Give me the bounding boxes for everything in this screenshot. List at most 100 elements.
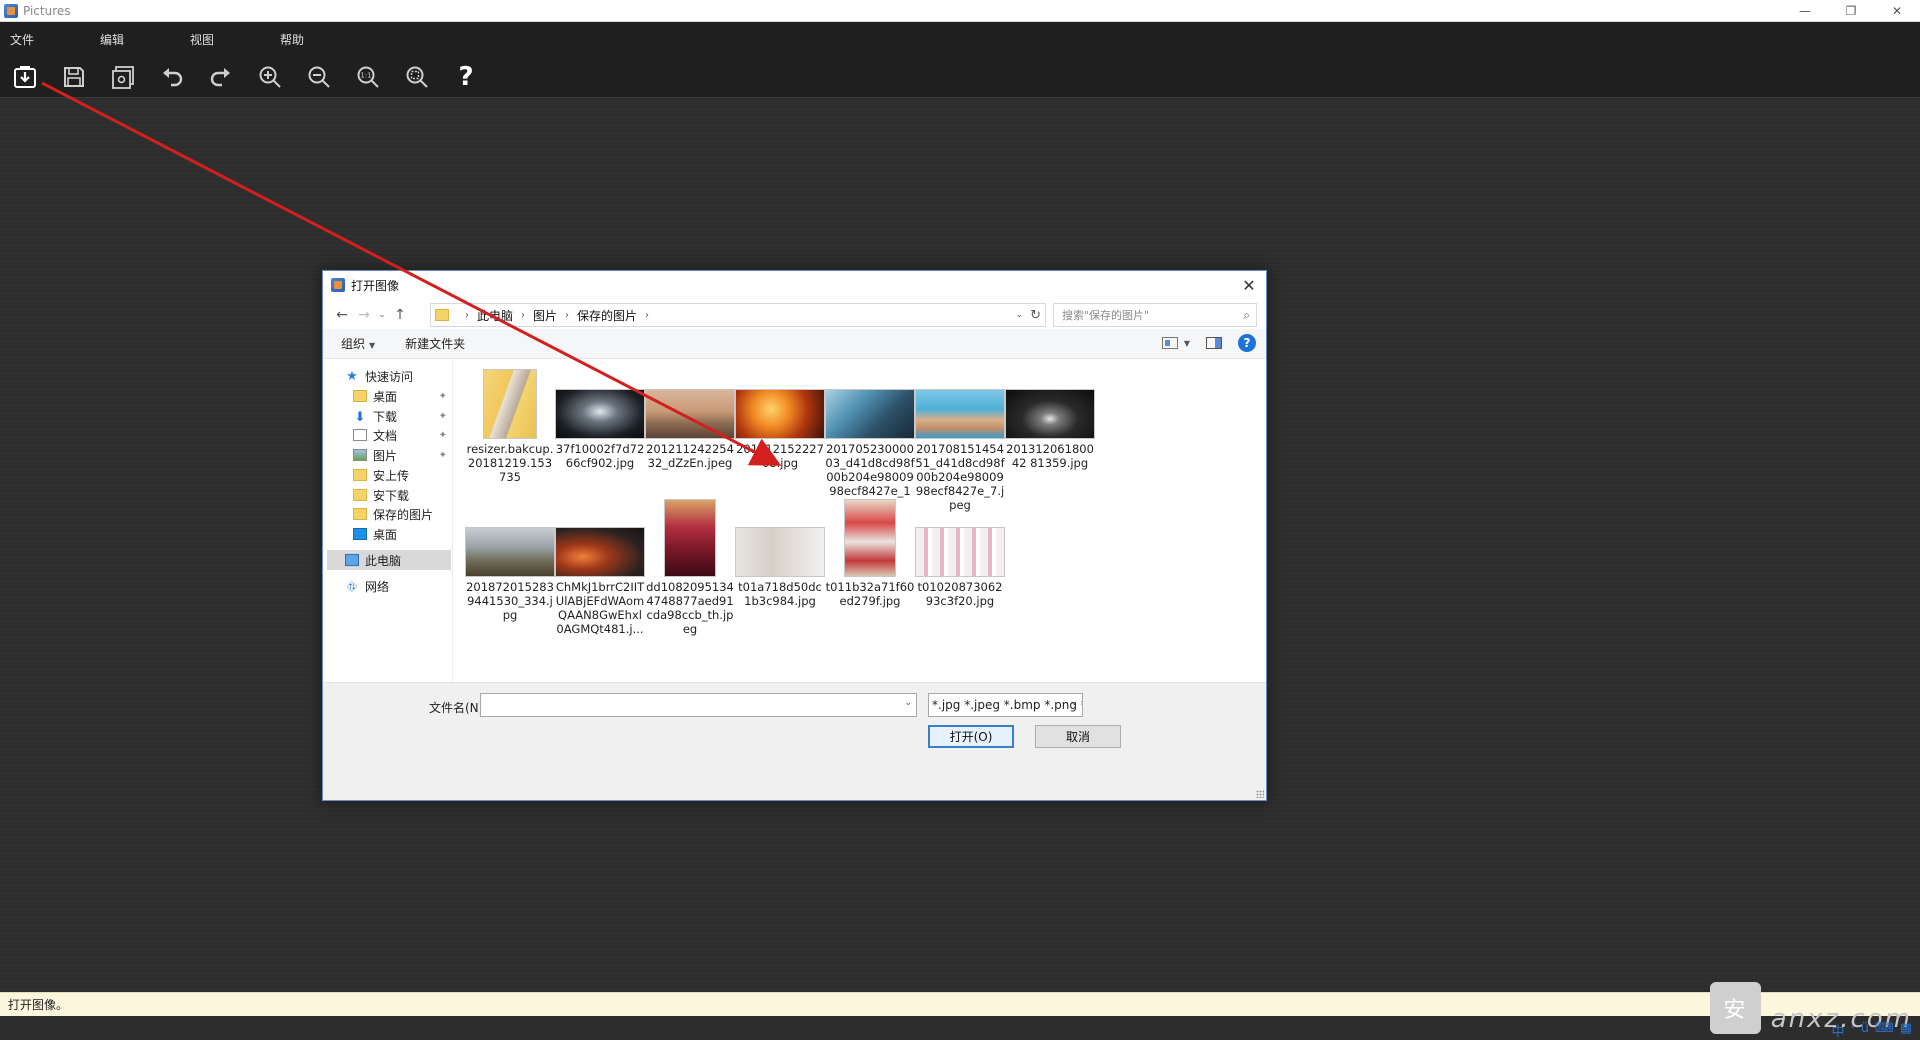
forward-arrow-icon[interactable]: → (353, 304, 375, 326)
file-name: resizer.bakcup.20181219.153735 (466, 442, 554, 484)
folder-thumbnail-icon (483, 369, 537, 439)
status-text: 打开图像。 (8, 998, 69, 1012)
image-thumbnail (825, 389, 915, 439)
nav-an-upload[interactable]: 安上传 (353, 465, 451, 485)
filename-input[interactable]: ⌄ (480, 693, 917, 717)
save-button[interactable] (59, 62, 89, 92)
file-item[interactable]: 20121124225432_dZzEn.jpeg (645, 361, 735, 470)
file-type-select[interactable]: *.jpg *.jpeg *.bmp *.png *.tif ⌄ (928, 693, 1083, 717)
resize-grip-icon[interactable] (1256, 790, 1264, 798)
menu-view[interactable]: 视图 (180, 31, 224, 48)
bottom-strip (0, 1016, 1920, 1040)
refresh-icon[interactable]: ↻ (1030, 308, 1041, 323)
navigation-pane: ★ 快速访问 桌面 ✦ ⬇ 下载 ✦ 文档 ✦ 图片 ✦ 安上传 安下载 保存的图片 桌面 … (323, 360, 453, 682)
breadcrumb-separator-icon: › (645, 309, 650, 321)
help-icon[interactable]: ? (1238, 334, 1256, 352)
ime-chinese-mode[interactable]: 中 (1832, 1021, 1845, 1040)
save-as-icon (112, 65, 134, 89)
nav-an-download[interactable]: 安下载 (353, 485, 451, 505)
minimize-button[interactable]: — (1782, 0, 1828, 22)
file-item[interactable]: t011b32a71f60ed279f.jpg (825, 499, 915, 608)
back-arrow-icon[interactable]: ← (331, 304, 353, 326)
nav-downloads[interactable]: ⬇ 下载 ✦ (353, 406, 451, 426)
star-icon: ★ (346, 368, 358, 384)
up-arrow-icon[interactable]: ↑ (389, 304, 411, 326)
file-item[interactable]: ChMkJ1brrC2IITUlABjEFdWAomQAAN8GwEhxl0AG… (555, 499, 645, 636)
thumbnail-area (825, 499, 915, 577)
open-button[interactable]: 打开(O) (928, 725, 1014, 748)
address-dropdown-icon[interactable]: ⌄ (1015, 310, 1023, 320)
file-item[interactable]: t01a718d50dc1b3c984.jpg (735, 499, 825, 608)
thumbnail-area (645, 499, 735, 577)
ime-punctuation[interactable]: · (1851, 1021, 1855, 1040)
nav-desktop[interactable]: 桌面 ✦ (353, 386, 451, 406)
caret-down-icon: ▼ (1183, 338, 1190, 348)
ime-keyboard-icon[interactable]: ⌨ (1875, 1021, 1894, 1040)
toolbar: 1:1 ? (0, 56, 1920, 98)
nav-documents[interactable]: 文档 ✦ (353, 425, 451, 445)
breadcrumb-pictures[interactable]: 图片 (533, 307, 557, 324)
open-image-button[interactable] (10, 62, 40, 92)
file-item[interactable]: dd10820951344748877aed91cda98ccb_th.jpeg (645, 499, 735, 636)
file-item[interactable]: 37f10002f7d7266cf902.jpg (555, 361, 645, 470)
file-list: resizer.bakcup.20181219.153735 37f10002f… (465, 361, 1265, 681)
actual-size-button[interactable]: 1:1 (353, 62, 383, 92)
new-folder-button[interactable]: 新建文件夹 (405, 335, 465, 352)
file-item[interactable]: 20131206180042 81359.jpg (1005, 361, 1095, 470)
file-item[interactable]: 2018720152839441530_334.jpg (465, 499, 555, 622)
address-row: ← → ⌄ ↑ › 此电脑 › 图片 › 保存的图片 › ⌄ ↻ 搜索"保存的图… (323, 301, 1266, 329)
search-input[interactable]: 搜索"保存的图片" ⌕ (1053, 303, 1257, 327)
file-item[interactable]: 20170523000003_d41d8cd98f00b204e9800998e… (825, 361, 915, 512)
nav-label: 安下载 (373, 488, 410, 503)
file-name: 20121124225432_dZzEn.jpeg (646, 442, 734, 470)
restore-button[interactable]: ❐ (1828, 0, 1874, 22)
change-view-button[interactable]: ▼ (1161, 337, 1190, 349)
menu-edit[interactable]: 编辑 (90, 31, 134, 48)
nav-desktop-2[interactable]: 桌面 (353, 524, 451, 544)
command-bar: 组织 ▼ 新建文件夹 ▼ ? (323, 329, 1266, 359)
file-name: 20141215222708.jpg (736, 442, 824, 470)
watermark-badge: 安 (1710, 982, 1761, 1034)
zoom-in-button[interactable] (255, 62, 285, 92)
fit-to-window-button[interactable] (402, 62, 432, 92)
save-as-button[interactable] (108, 62, 138, 92)
breadcrumb-this-pc[interactable]: 此电脑 (477, 307, 513, 324)
address-bar[interactable]: › 此电脑 › 图片 › 保存的图片 › ⌄ ↻ (430, 303, 1046, 327)
nav-label: 图片 (373, 448, 398, 463)
dialog-close-button[interactable]: ✕ (1238, 274, 1260, 296)
ime-grid-icon[interactable]: ▦ (1900, 1021, 1912, 1040)
redo-button[interactable] (206, 62, 236, 92)
menu-help[interactable]: 帮助 (270, 31, 314, 48)
file-item[interactable]: 20141215222708.jpg (735, 361, 825, 470)
nav-this-pc[interactable]: 此电脑 (327, 550, 451, 570)
close-button[interactable]: ✕ (1874, 0, 1920, 22)
nav-saved-pictures[interactable]: 保存的图片 (353, 504, 451, 524)
zoom-out-button[interactable] (304, 62, 334, 92)
recent-locations-chevron-icon[interactable]: ⌄ (375, 304, 389, 326)
file-item[interactable]: t0102087306293c3f20.jpg (915, 499, 1005, 608)
file-item[interactable]: 20170815145451_d41d8cd98f00b204e9800998e… (915, 361, 1005, 512)
file-item[interactable]: resizer.bakcup.20181219.153735 (465, 361, 555, 484)
thumbnail-area (735, 499, 825, 577)
breadcrumb-separator-icon: › (521, 309, 526, 321)
file-type-value: *.jpg *.jpeg *.bmp *.png *.tif (932, 698, 1082, 712)
breadcrumb-saved-pictures[interactable]: 保存的图片 (577, 307, 637, 324)
open-image-dialog: 打开图像 ✕ ← → ⌄ ↑ › 此电脑 › 图片 › 保存的图片 › ⌄ ↻ … (322, 270, 1267, 801)
ime-umlaut[interactable]: ü (1861, 1021, 1869, 1040)
file-name: 37f10002f7d7266cf902.jpg (555, 442, 645, 470)
help-button[interactable]: ? (451, 62, 481, 92)
chevron-down-icon[interactable]: ⌄ (904, 698, 912, 708)
cancel-button[interactable]: 取消 (1035, 725, 1121, 748)
image-thumbnail (664, 499, 716, 577)
image-thumbnail (555, 389, 645, 439)
nav-pictures[interactable]: 图片 ✦ (353, 445, 451, 465)
breadcrumb-separator-icon: › (465, 309, 469, 321)
organize-button[interactable]: 组织 ▼ (341, 335, 375, 352)
thumbnail-area (915, 361, 1005, 439)
menu-file[interactable]: 文件 (0, 31, 44, 48)
undo-button[interactable] (157, 62, 187, 92)
nav-quick-access[interactable]: ★ 快速访问 (345, 366, 451, 386)
undo-icon (163, 67, 183, 86)
nav-network[interactable]: ⛗ 网络 (345, 576, 451, 596)
preview-pane-icon[interactable] (1206, 337, 1222, 349)
